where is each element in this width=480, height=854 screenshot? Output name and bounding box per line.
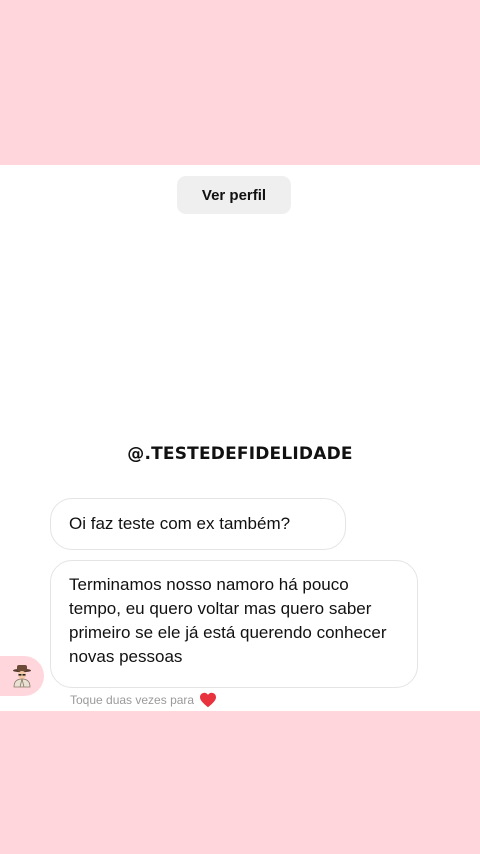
hint-text: Toque duas vezes para <box>70 693 195 707</box>
top-pink-band <box>0 0 480 165</box>
message-bubble[interactable]: Oi faz teste com ex também? <box>50 498 346 550</box>
avatar[interactable] <box>0 656 44 696</box>
double-tap-hint: Toque duas vezes para <box>70 692 217 708</box>
bottom-pink-band <box>0 711 480 854</box>
watermark-text: @.TESTEDEFIDELIDADE <box>127 444 353 464</box>
message-bubble[interactable]: Terminamos nosso namoro há pouco tempo, … <box>50 560 418 688</box>
detective-avatar-icon <box>13 665 31 688</box>
view-profile-button[interactable]: Ver perfil <box>177 176 291 214</box>
heart-icon[interactable] <box>199 692 217 708</box>
